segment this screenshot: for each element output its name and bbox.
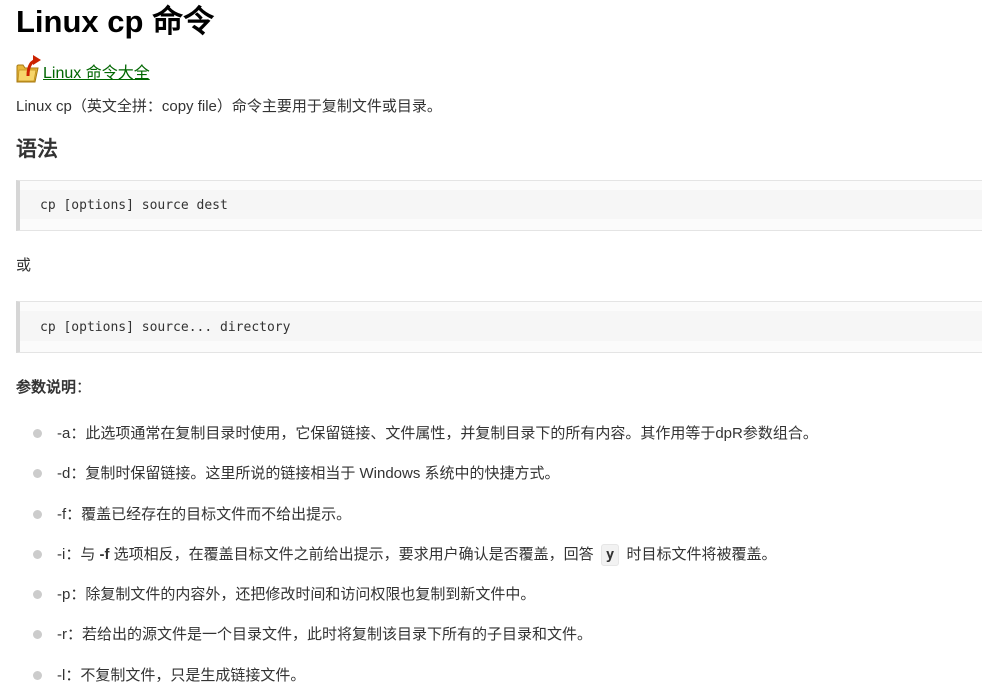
syntax-heading: 语法	[16, 138, 58, 161]
option-text: -i：与 -f 选项相反，在覆盖目标文件之前给出提示，要求用户确认是否覆盖，回答…	[57, 535, 776, 575]
list-item: -f：覆盖已经存在的目标文件而不给出提示。	[16, 495, 982, 535]
params-heading-label: 参数说明	[16, 379, 77, 396]
code-text: cp [options] source... directory	[40, 320, 291, 335]
folder-arrow-icon	[16, 54, 42, 84]
list-item: -a：此选项通常在复制目录时使用，它保留链接、文件属性，并复制目录下的所有内容。…	[16, 414, 982, 454]
bullet-icon	[33, 630, 42, 640]
inline-code: y	[600, 543, 620, 566]
option-text: -d：复制时保留链接。这里所说的链接相当于 Windows 系统中的快捷方式。	[57, 465, 560, 483]
or-text: 或	[16, 257, 32, 274]
params-heading: 参数说明：	[16, 378, 91, 398]
option-text: -l：不复制文件，只是生成链接文件。	[57, 666, 306, 684]
option-middle: 选项相反，在覆盖目标文件之前给出提示，要求用户确认是否覆盖，回答	[109, 545, 598, 563]
intro-text: Linux cp（英文全拼：copy file）命令主要用于复制文件或目录。	[16, 98, 442, 115]
options-list: -a：此选项通常在复制目录时使用，它保留链接、文件属性，并复制目录下的所有内容。…	[16, 414, 982, 696]
bullet-icon	[33, 429, 42, 438]
bullet-icon	[33, 670, 42, 680]
bullet-icon	[33, 549, 42, 559]
option-suffix: 时目标文件将被覆盖。	[622, 545, 777, 563]
list-item: -r：若给出的源文件是一个目录文件，此时将复制该目录下所有的子目录和文件。	[16, 615, 982, 655]
option-prefix: -i：与	[57, 545, 100, 563]
list-item: -p：除复制文件的内容外，还把修改时间和访问权限也复制到新文件中。	[16, 575, 982, 615]
bullet-icon	[33, 590, 42, 600]
option-text: -a：此选项通常在复制目录时使用，它保留链接、文件属性，并复制目录下的所有内容。…	[57, 425, 818, 442]
bullet-icon	[33, 469, 42, 479]
list-item: -l：不复制文件，只是生成链接文件。	[16, 656, 982, 696]
option-flag: -f	[99, 545, 110, 563]
list-item: -d：复制时保留链接。这里所说的链接相当于 Windows 系统中的快捷方式。	[16, 454, 982, 494]
option-text: -r：若给出的源文件是一个目录文件，此时将复制该目录下所有的子目录和文件。	[57, 626, 592, 644]
code-block-usage-1: cp [options] source dest	[16, 180, 982, 231]
code-text: cp [options] source dest	[40, 198, 228, 213]
code-block-usage-2: cp [options] source... directory	[16, 301, 982, 353]
params-heading-colon: ：	[76, 379, 92, 396]
category-link-row[interactable]: Linux 命令大全	[16, 52, 150, 84]
category-link[interactable]: Linux 命令大全	[43, 64, 150, 84]
bullet-icon	[33, 509, 42, 519]
option-text: -p：除复制文件的内容外，还把修改时间和访问权限也复制到新文件中。	[57, 586, 536, 604]
option-text: -f：覆盖已经存在的目标文件而不给出提示。	[57, 505, 352, 523]
page-title: Linux cp 命令	[16, 4, 215, 39]
list-item: -i：与 -f 选项相反，在覆盖目标文件之前给出提示，要求用户确认是否覆盖，回答…	[16, 535, 982, 575]
